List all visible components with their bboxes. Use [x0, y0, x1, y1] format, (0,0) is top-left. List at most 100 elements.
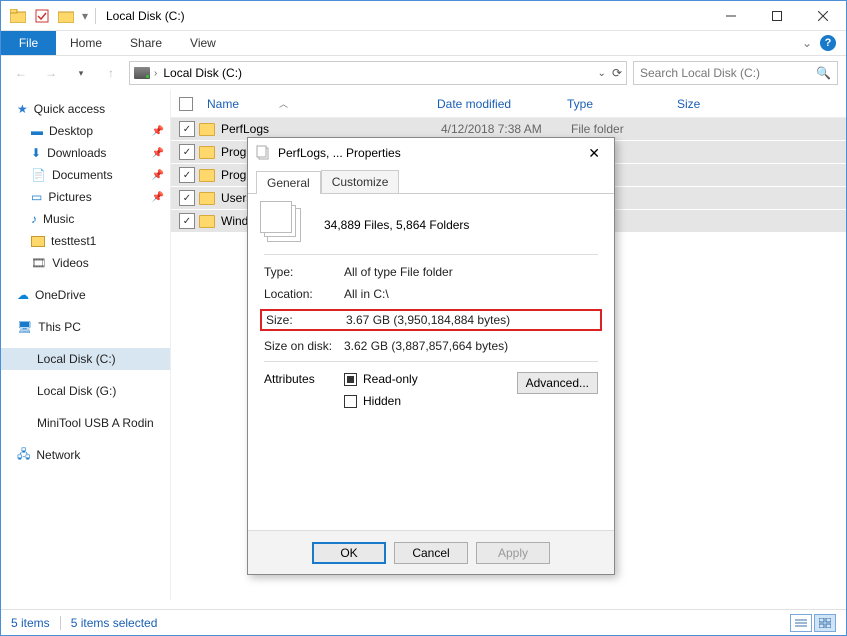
row-name: PerfLogs	[221, 122, 441, 136]
address-bar[interactable]: › Local Disk (C:) ⌄ ⟳	[129, 61, 627, 85]
folder-icon	[31, 236, 45, 247]
readonly-checkbox[interactable]	[344, 373, 357, 386]
downloads-icon: ⬇	[31, 146, 41, 160]
drive-icon	[17, 386, 31, 396]
tab-share[interactable]: Share	[116, 31, 176, 55]
drive-icon	[17, 418, 31, 428]
minimize-button[interactable]	[708, 1, 754, 31]
item-count: 5 items	[11, 616, 50, 630]
quick-access-label: Quick access	[34, 102, 105, 116]
sidebar-item-music[interactable]: ♪Music	[1, 208, 170, 230]
search-placeholder: Search Local Disk (C:)	[640, 66, 760, 80]
sidebar-drive-g[interactable]: Local Disk (G:)	[1, 380, 170, 402]
sidebar-item-downloads[interactable]: ⬇Downloads📌	[1, 142, 170, 164]
thispc-icon: 🖥	[17, 320, 32, 334]
type-value: All of type File folder	[344, 265, 598, 279]
qat-dropdown-icon[interactable]: ▾	[79, 5, 91, 27]
sidebar-item-testtest1[interactable]: testtest1	[1, 230, 170, 252]
tab-general[interactable]: General	[256, 171, 321, 194]
ok-button[interactable]: OK	[312, 542, 386, 564]
column-size[interactable]: Size	[669, 97, 739, 111]
cancel-button[interactable]: Cancel	[394, 542, 468, 564]
sidebar-item-videos[interactable]: 🎞Videos	[1, 252, 170, 274]
sidebar-network[interactable]: 🖧Network	[1, 444, 170, 466]
column-name[interactable]: Name︿	[199, 97, 429, 111]
column-date[interactable]: Date modified	[429, 97, 559, 111]
row-checkbox[interactable]: ✓	[179, 190, 195, 206]
dialog-titlebar[interactable]: PerfLogs, ... Properties ✕	[248, 138, 614, 168]
hidden-checkbox[interactable]	[344, 395, 357, 408]
ribbon-expand-icon[interactable]: ⌄	[802, 36, 812, 50]
row-checkbox[interactable]: ✓	[179, 144, 195, 160]
sidebar-item-desktop[interactable]: ▬Desktop📌	[1, 120, 170, 142]
sidebar-onedrive[interactable]: ☁OneDrive	[1, 284, 170, 306]
sidebar-drive-c[interactable]: Local Disk (C:)	[1, 348, 170, 370]
location-label: Location:	[264, 287, 344, 301]
close-button[interactable]	[800, 1, 846, 31]
back-button[interactable]: ←	[9, 61, 33, 85]
quick-access[interactable]: ★ Quick access	[1, 98, 170, 120]
row-checkbox[interactable]: ✓	[179, 167, 195, 183]
folder-icon	[199, 123, 215, 136]
thumbnails-view-button[interactable]	[814, 614, 836, 632]
explorer-icon	[7, 5, 29, 27]
tab-home[interactable]: Home	[56, 31, 116, 55]
sidebar-thispc[interactable]: 🖥This PC	[1, 316, 170, 338]
hidden-label: Hidden	[363, 394, 401, 408]
up-button[interactable]: ↑	[99, 61, 123, 85]
column-type[interactable]: Type	[559, 97, 669, 111]
maximize-button[interactable]	[754, 1, 800, 31]
sort-indicator-icon: ︿	[279, 97, 288, 110]
readonly-label: Read-only	[363, 372, 418, 386]
tab-view[interactable]: View	[176, 31, 230, 55]
drive-icon	[17, 354, 31, 364]
sidebar-item-pictures[interactable]: ▭Pictures📌	[1, 186, 170, 208]
search-input[interactable]: Search Local Disk (C:) 🔍	[633, 61, 838, 85]
sidebar-item-documents[interactable]: 📄Documents📌	[1, 164, 170, 186]
dialog-tabs: General Customize	[248, 168, 614, 194]
sidebar-drive-usb[interactable]: MiniTool USB A Rodin	[1, 412, 170, 434]
address-dropdown-icon[interactable]: ⌄	[598, 68, 606, 79]
advanced-button[interactable]: Advanced...	[517, 372, 598, 394]
window-title: Local Disk (C:)	[106, 9, 185, 23]
location-value: All in C:\	[344, 287, 598, 301]
forward-button[interactable]: →	[39, 61, 63, 85]
window-titlebar: ▾ Local Disk (C:)	[1, 1, 846, 31]
help-icon[interactable]: ?	[820, 35, 836, 51]
chevron-right-icon[interactable]: ›	[154, 68, 157, 79]
attributes-label: Attributes	[264, 372, 344, 408]
documents-icon: 📄	[31, 168, 46, 182]
refresh-icon[interactable]: ⟳	[612, 66, 622, 80]
row-checkbox[interactable]: ✓	[179, 121, 195, 137]
pin-icon: 📌	[152, 170, 164, 181]
apply-button[interactable]: Apply	[476, 542, 550, 564]
folder-icon	[199, 146, 215, 159]
size-label: Size:	[266, 313, 346, 327]
row-date: 4/12/2018 7:38 AM	[441, 122, 571, 136]
select-all-checkbox[interactable]	[179, 97, 193, 111]
videos-icon: 🎞	[31, 256, 46, 270]
row-checkbox[interactable]: ✓	[179, 213, 195, 229]
folder-icon	[199, 215, 215, 228]
sizeondisk-value: 3.62 GB (3,887,857,664 bytes)	[344, 339, 598, 353]
file-tab[interactable]: File	[1, 31, 56, 55]
breadcrumb[interactable]: Local Disk (C:)	[161, 66, 244, 80]
properties-dialog: PerfLogs, ... Properties ✕ General Custo…	[247, 137, 615, 575]
dialog-icon	[256, 145, 272, 161]
pin-icon: 📌	[152, 126, 164, 137]
column-headers: Name︿ Date modified Type Size	[171, 90, 846, 118]
folder-icon	[199, 192, 215, 205]
dialog-close-button[interactable]: ✕	[582, 143, 606, 164]
qat-checkbox-icon[interactable]	[31, 5, 53, 27]
sizeondisk-label: Size on disk:	[264, 339, 344, 353]
nav-bar: ← → ▾ ↑ › Local Disk (C:) ⌄ ⟳ Search Loc…	[1, 56, 846, 90]
qat-folder-icon[interactable]	[55, 5, 77, 27]
file-count-summary: 34,889 Files, 5,864 Folders	[324, 218, 469, 232]
ribbon: File Home Share View ⌄ ?	[1, 31, 846, 56]
recent-locations-dropdown[interactable]: ▾	[69, 61, 93, 85]
drive-icon	[134, 67, 150, 79]
details-view-button[interactable]	[790, 614, 812, 632]
tab-customize[interactable]: Customize	[321, 170, 400, 193]
status-bar: 5 items 5 items selected	[1, 609, 846, 635]
dialog-title: PerfLogs, ... Properties	[278, 146, 401, 160]
